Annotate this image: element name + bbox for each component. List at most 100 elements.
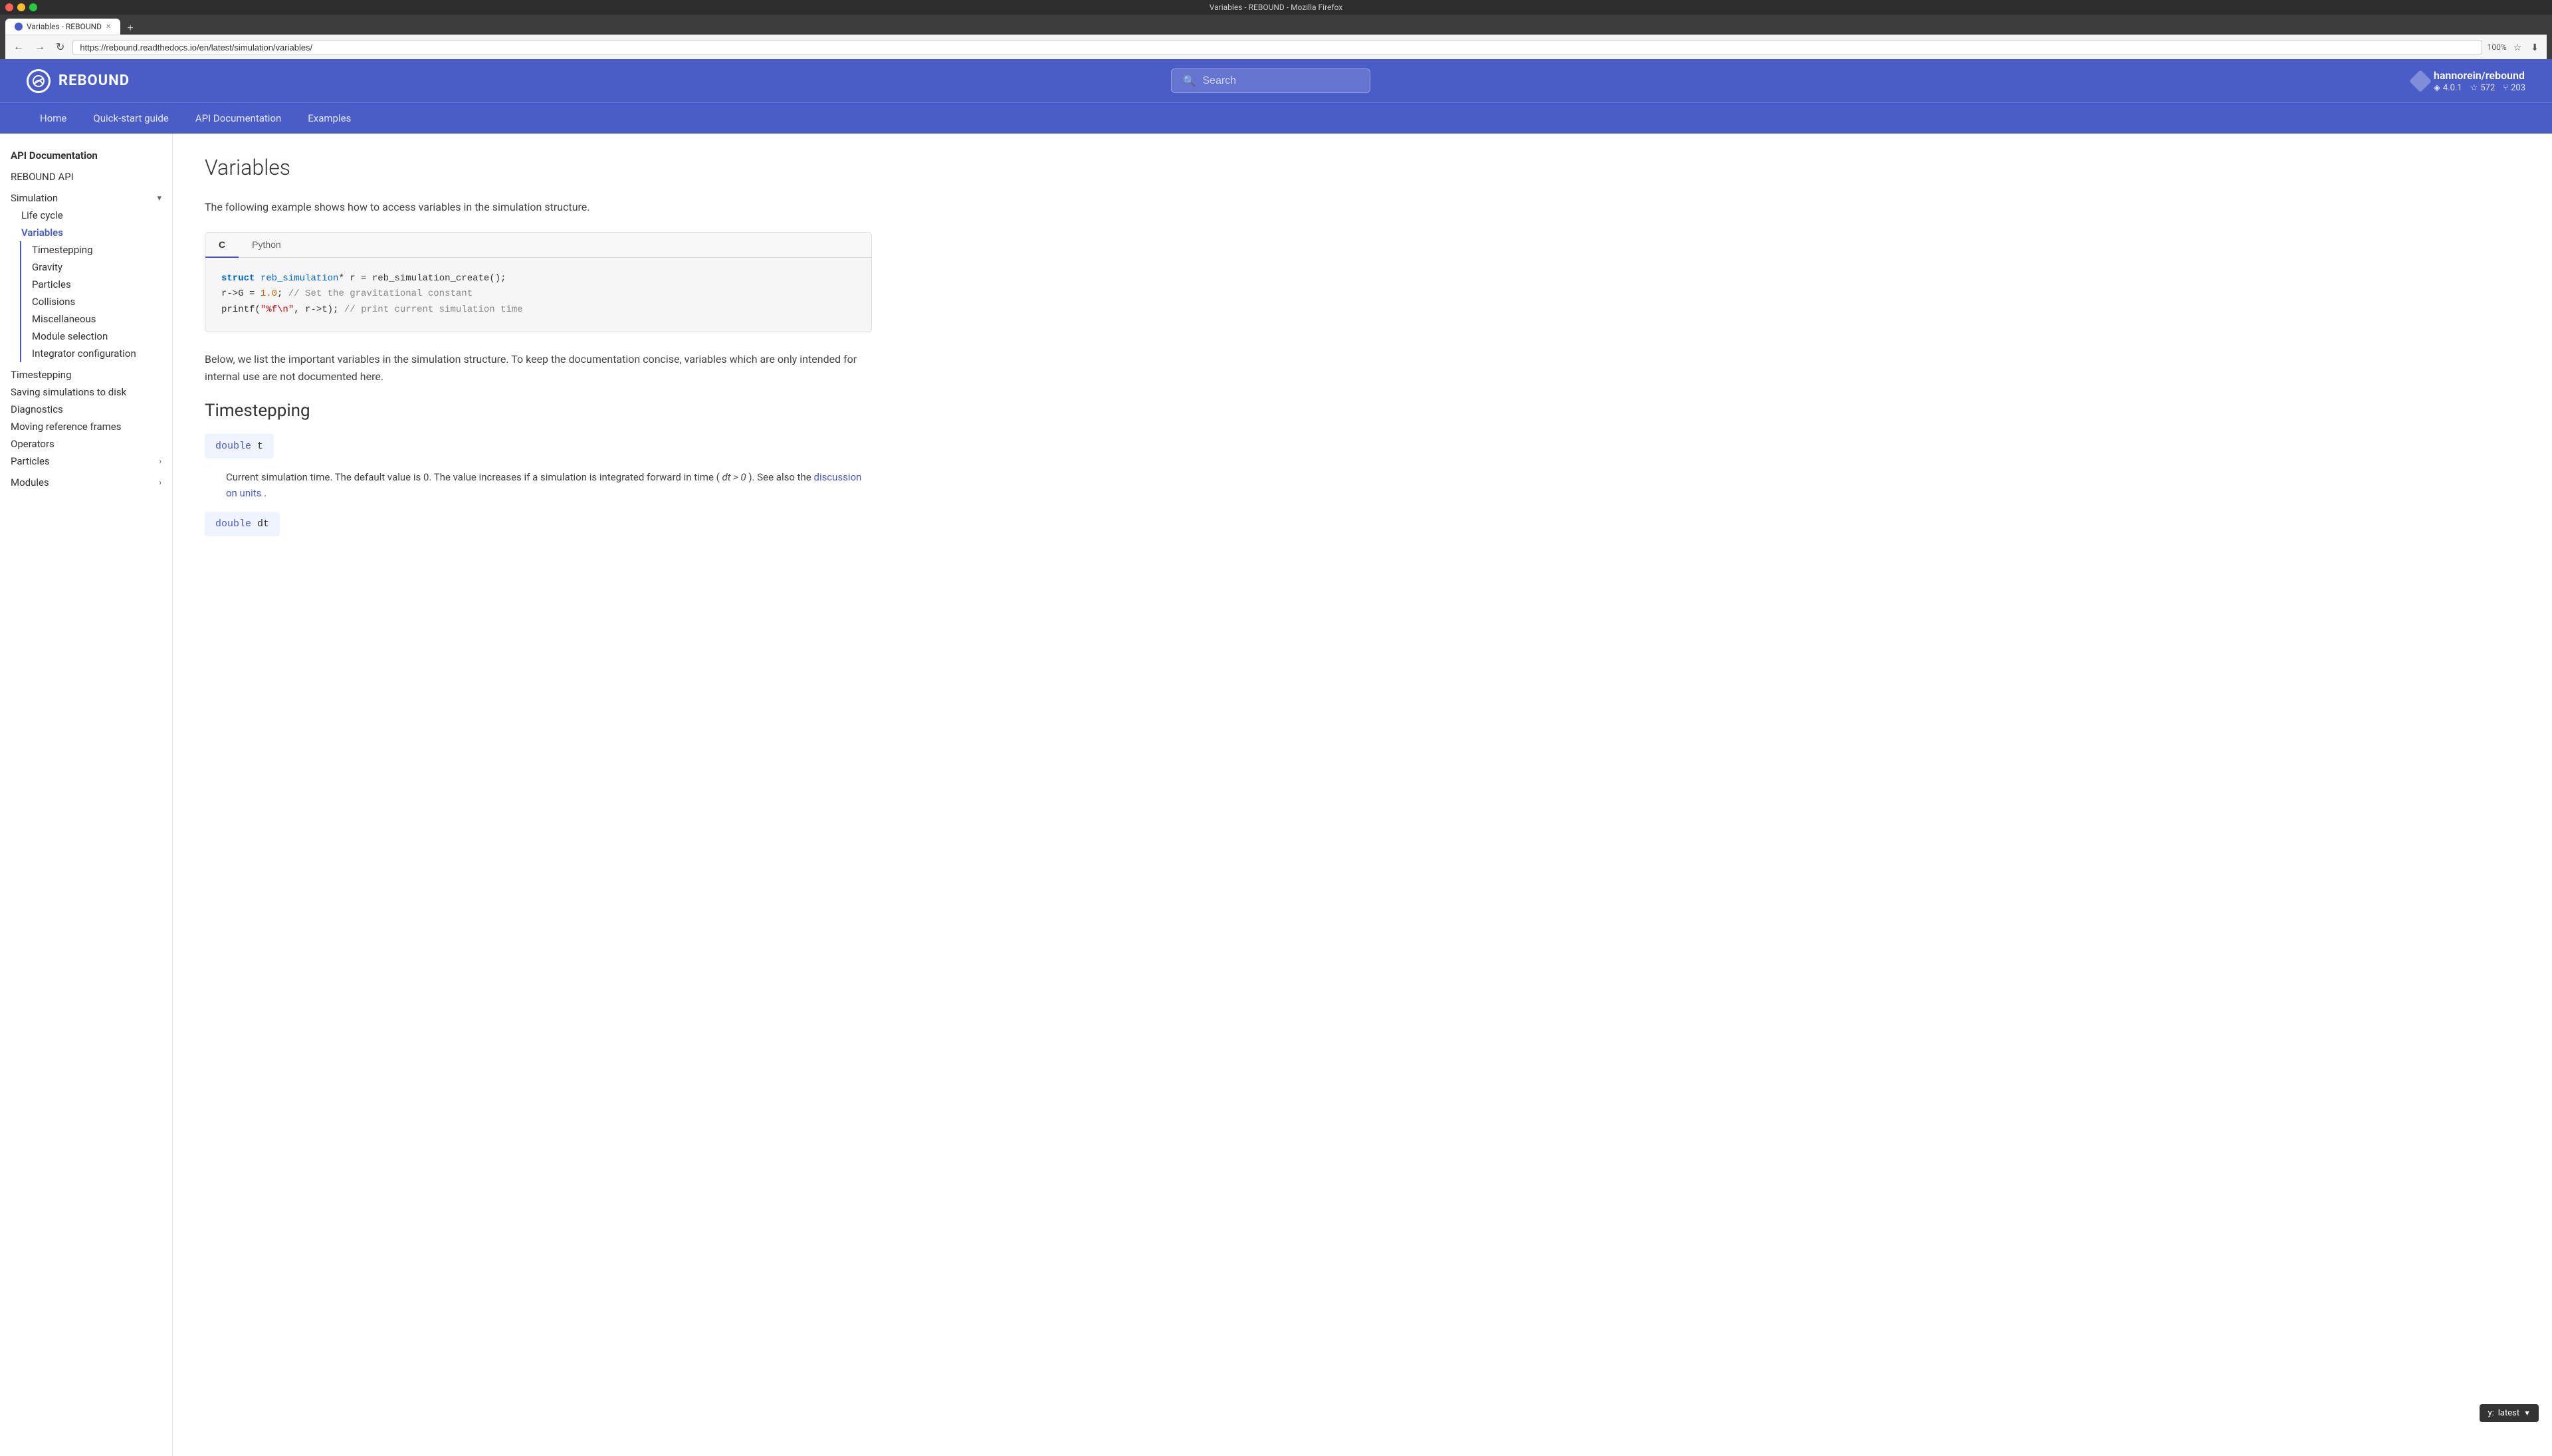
repo-name: hannorein/rebound	[2434, 69, 2525, 82]
var-t-description: Current simulation time. The default val…	[226, 469, 872, 501]
tab-favicon	[15, 23, 23, 31]
sidebar-item-moving-frames[interactable]: Moving reference frames	[11, 418, 161, 435]
math-dt: dt > 0	[722, 471, 746, 483]
var-t-type: double	[215, 441, 257, 452]
fork-icon: ⑂	[2503, 83, 2508, 93]
sidebar-item-gravity[interactable]: Gravity	[20, 259, 161, 276]
header-right: hannorein/rebound ◈ 4.0.1 ☆ 572 ⑂ 203	[2412, 69, 2525, 93]
version-icon: ◈	[2434, 83, 2440, 93]
close-button[interactable]	[5, 3, 13, 11]
sidebar-item-diagnostics[interactable]: Diagnostics	[11, 401, 161, 418]
stars-count: 572	[2480, 83, 2495, 93]
forks-count: 203	[2511, 83, 2525, 93]
page-title: Variables	[205, 155, 872, 180]
nav-home[interactable]: Home	[27, 103, 80, 134]
sidebar-group-simulation: Simulation ▾ Life cycle Variables Timest…	[11, 189, 161, 362]
repo-meta: ◈ 4.0.1 ☆ 572 ⑂ 203	[2434, 83, 2525, 93]
nav-examples[interactable]: Examples	[294, 103, 364, 134]
chevron-right-icon: ›	[159, 457, 161, 467]
tab-close-button[interactable]: ✕	[106, 23, 111, 31]
maximize-button[interactable]	[29, 3, 37, 11]
search-box[interactable]: 🔍	[1171, 68, 1370, 93]
timestepping-section-title: Timestepping	[205, 401, 872, 421]
version-info: ◈ 4.0.1	[2434, 83, 2462, 93]
search-input[interactable]	[1202, 75, 1359, 87]
version-number: 4.0.1	[2443, 83, 2462, 93]
sidebar-group-modules: Modules ›	[11, 474, 161, 491]
sidebar-item-saving[interactable]: Saving simulations to disk	[11, 383, 161, 401]
window-titlebar: Variables - REBOUND - Mozilla Firefox	[0, 0, 2552, 15]
site-logo[interactable]: REBOUND	[27, 69, 130, 93]
logo-icon	[27, 69, 51, 93]
chevron-right-icon-2: ›	[159, 478, 161, 488]
main-content: Variables The following example shows ho…	[173, 134, 904, 1456]
repo-info: hannorein/rebound ◈ 4.0.1 ☆ 572 ⑂ 203	[2434, 69, 2525, 93]
search-icon: 🔍	[1182, 74, 1196, 87]
code-tab-bar: C Python	[205, 233, 871, 258]
var-dt-name: dt	[257, 518, 269, 530]
active-tab[interactable]: Variables - REBOUND ✕	[5, 19, 120, 35]
minimize-button[interactable]	[17, 3, 25, 11]
sidebar-item-module-selection[interactable]: Module selection	[20, 328, 161, 345]
tab-python[interactable]: Python	[239, 233, 294, 258]
tab-label: Variables - REBOUND	[27, 22, 102, 31]
site-nav: Home Quick-start guide API Documentation…	[0, 102, 2552, 134]
chevron-down-icon: ▾	[157, 193, 161, 203]
code-type: reb_simulation	[261, 273, 339, 284]
sidebar-group-particles: Particles ›	[11, 453, 161, 470]
main-layout: API Documentation REBOUND API Simulation…	[0, 134, 2552, 1456]
new-tab-button[interactable]: +	[122, 23, 138, 35]
sidebar-item-simulation[interactable]: Simulation ▾	[11, 189, 161, 207]
sidebar-item-rebound-api[interactable]: REBOUND API	[11, 168, 161, 185]
window-controls[interactable]	[5, 3, 37, 11]
forward-button[interactable]: →	[32, 40, 48, 54]
code-line-3: printf("%f\n", r->t); // print current s…	[221, 302, 855, 318]
sidebar: API Documentation REBOUND API Simulation…	[0, 134, 173, 1456]
sidebar-item-integrator-config[interactable]: Integrator configuration	[20, 345, 161, 362]
nav-api-docs[interactable]: API Documentation	[182, 103, 294, 134]
code-keyword-struct: struct	[221, 273, 255, 284]
version-prefix: y:	[2488, 1408, 2494, 1418]
sidebar-item-miscellaneous[interactable]: Miscellaneous	[20, 310, 161, 328]
browser-tabs: Variables - REBOUND ✕ +	[5, 19, 2547, 35]
sidebar-item-variables[interactable]: Variables	[11, 224, 161, 241]
download-button[interactable]: ⬇	[2528, 41, 2541, 54]
sidebar-item-particles-sub[interactable]: Particles	[20, 276, 161, 293]
logo-svg	[32, 74, 45, 88]
sidebar-item-timestepping-top[interactable]: Timestepping	[11, 366, 161, 383]
sidebar-item-lifecycle[interactable]: Life cycle	[11, 207, 161, 224]
nav-quickstart[interactable]: Quick-start guide	[80, 103, 181, 134]
page-intro: The following example shows how to acces…	[205, 199, 872, 216]
site-header: REBOUND 🔍 hannorein/rebound ◈ 4.0.1 ☆ 57…	[0, 59, 2552, 102]
sidebar-item-operators[interactable]: Operators	[11, 435, 161, 453]
sidebar-item-particles[interactable]: Particles ›	[11, 453, 161, 470]
browser-toolbar: ← → ↻ 100% ☆ ⬇	[5, 35, 2547, 59]
zoom-level: 100%	[2488, 43, 2507, 52]
window-title: Variables - REBOUND - Mozilla Firefox	[1210, 3, 1342, 12]
sidebar-section-title: API Documentation	[11, 150, 161, 161]
tab-c[interactable]: C	[205, 233, 239, 258]
code-line-1: struct reb_simulation* r = reb_simulatio…	[221, 271, 855, 287]
version-label: latest	[2498, 1408, 2519, 1418]
reload-button[interactable]: ↻	[53, 39, 67, 55]
bookmark-button[interactable]: ☆	[2511, 41, 2525, 54]
address-bar[interactable]	[72, 40, 2482, 55]
section-below-description: Below, we list the important variables i…	[205, 351, 872, 385]
sidebar-item-collisions[interactable]: Collisions	[20, 293, 161, 310]
back-button[interactable]: ←	[11, 40, 27, 54]
browser-chrome: Variables - REBOUND ✕ + ← → ↻ 100% ☆ ⬇	[0, 15, 2552, 59]
forks-info: ⑂ 203	[2503, 83, 2525, 93]
code-func: reb_simulation_create	[372, 273, 489, 284]
stars-info: ☆ 572	[2470, 83, 2496, 93]
var-dt-type: double	[215, 518, 257, 530]
user-diamond-icon	[2409, 70, 2432, 92]
var-dt-signature: double dt	[205, 512, 280, 536]
version-badge[interactable]: y: latest ▼	[2480, 1404, 2539, 1422]
code-line-2: r->G = 1.0; // Set the gravitational con…	[221, 286, 855, 302]
chevron-down-icon: ▼	[2523, 1409, 2531, 1417]
var-t-signature: double t	[205, 434, 274, 459]
sidebar-item-modules[interactable]: Modules ›	[11, 474, 161, 491]
site-title: REBOUND	[58, 72, 130, 89]
sidebar-item-timestepping[interactable]: Timestepping	[20, 241, 161, 259]
code-tabs: C Python struct reb_simulation* r = reb_…	[205, 232, 872, 332]
